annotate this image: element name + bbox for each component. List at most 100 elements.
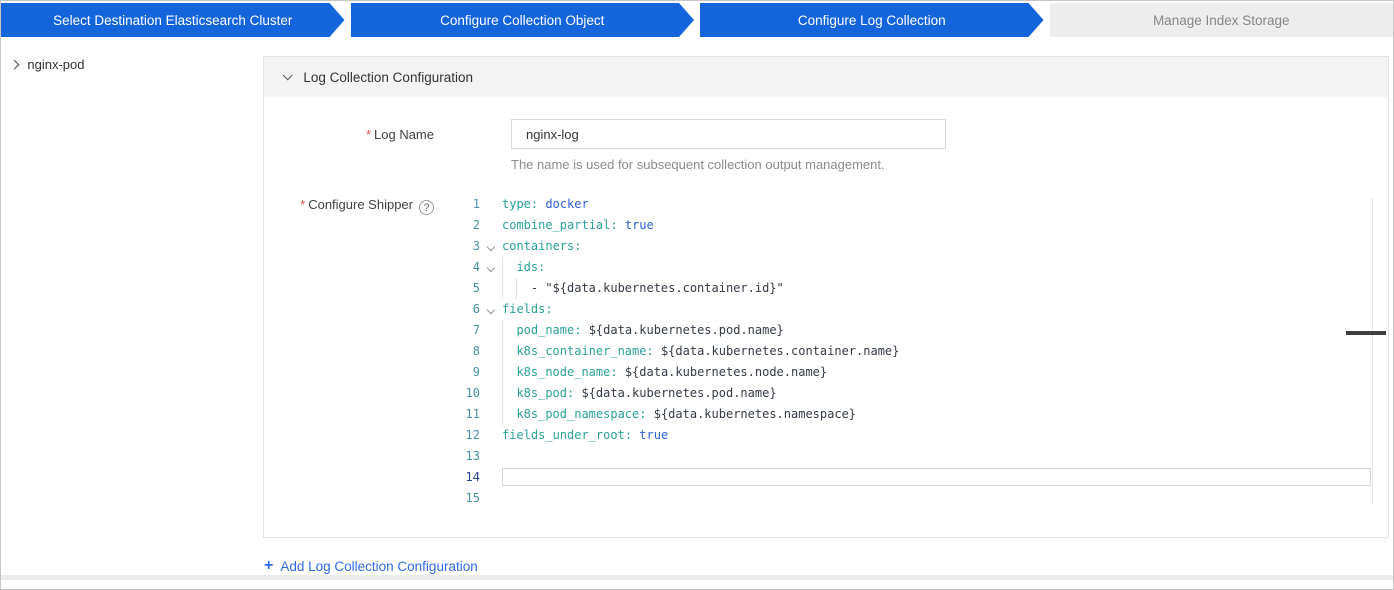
- indent-guide: [502, 383, 516, 404]
- panel-header[interactable]: Log Collection Configuration: [264, 57, 1388, 97]
- code-line-content: fields:: [502, 299, 1388, 320]
- pod-name-label: nginx-pod: [27, 57, 85, 72]
- indent-guide: [502, 404, 516, 425]
- line-number: 13: [465, 449, 480, 463]
- line-number: 1: [472, 197, 480, 211]
- editor-scrollbar-thumb[interactable]: [1346, 331, 1386, 335]
- step-label: Configure Log Collection: [797, 12, 946, 28]
- code-token: docker: [545, 197, 589, 211]
- code-token: :: [646, 344, 654, 358]
- code-line-content: containers:: [502, 236, 1388, 257]
- code-token: "${data.kubernetes.container.id}": [545, 281, 784, 295]
- editor-line: 6 fields:: [444, 299, 1388, 320]
- step-3-current[interactable]: Configure Log Collection: [700, 3, 1044, 37]
- editor-inline-input[interactable]: [502, 468, 1371, 486]
- step-4[interactable]: Manage Index Storage: [1049, 3, 1393, 37]
- code-line-content: - "${data.kubernetes.container.id}": [502, 278, 1388, 299]
- wizard-page: Select Destination Elasticsearch Cluster…: [0, 0, 1394, 590]
- editor-line: 1 type: docker: [444, 194, 1388, 215]
- code-line-content: ids:: [502, 257, 1388, 278]
- collection-object-sidebar: nginx-pod: [1, 37, 263, 72]
- line-number: 10: [465, 386, 480, 400]
- log-collection-panel: Log Collection Configuration *Log Name T…: [263, 56, 1389, 538]
- fold-gutter: [480, 383, 502, 404]
- log-name-row: *Log Name The name is used for subsequen…: [264, 119, 1388, 172]
- code-line-content: fields_under_root: true: [502, 425, 1388, 446]
- indent-guide: [502, 320, 516, 341]
- fold-gutter: [480, 194, 502, 215]
- code-token: k8s_node_name: [516, 365, 611, 379]
- fold-chevron-down-icon[interactable]: [486, 306, 496, 315]
- line-number: 14: [465, 470, 480, 484]
- code-token: :: [545, 302, 553, 316]
- fold-chevron-down-icon[interactable]: [486, 264, 496, 273]
- step-2[interactable]: Configure Collection Object: [351, 3, 695, 37]
- line-number: 15: [465, 491, 480, 505]
- help-icon[interactable]: ?: [419, 200, 434, 215]
- line-number: 11: [465, 407, 480, 421]
- line-number: 2: [472, 218, 480, 232]
- fold-gutter: [480, 341, 502, 362]
- code-token: type: [502, 197, 531, 211]
- code-token: :: [610, 218, 618, 232]
- code-token: :: [624, 428, 633, 442]
- code-token: -: [530, 281, 546, 295]
- code-token: ${data.kubernetes.container.name}: [660, 344, 900, 358]
- log-name-field: The name is used for subsequent collecti…: [511, 119, 946, 172]
- code-token: fields_under_root: [502, 428, 625, 442]
- required-asterisk: *: [365, 127, 372, 142]
- step-bar: Select Destination Elasticsearch Cluster…: [1, 3, 1393, 37]
- configure-shipper-row: * Configure Shipper? 1 type: docker 2 combin…: [264, 194, 1388, 509]
- code-line-content: k8s_pod: ${data.kubernetes.pod.name}: [502, 383, 1388, 404]
- code-token: ${data.kubernetes.namespace}: [653, 407, 857, 421]
- yaml-code-editor[interactable]: 1 type: docker 2 combine_partial: true 3 cont…: [444, 194, 1388, 509]
- indent-guide: [502, 257, 516, 278]
- fold-chevron-down-icon[interactable]: [486, 243, 496, 252]
- line-number: 8: [472, 344, 480, 358]
- editor-line: 7 pod_name: ${data.kubernetes.pod.name}: [444, 320, 1388, 341]
- indent-guide: [502, 278, 516, 299]
- code-token: :: [639, 407, 647, 421]
- configure-shipper-label: * Configure Shipper?: [264, 194, 434, 509]
- code-token: k8s_pod_namespace: [516, 407, 640, 421]
- code-token: :: [538, 260, 546, 274]
- fold-gutter: [480, 404, 502, 425]
- code-line-content: k8s_node_name: ${data.kubernetes.node.na…: [502, 362, 1388, 383]
- fold-gutter: [480, 215, 502, 236]
- add-log-collection-button[interactable]: + Add Log Collection Configuration: [264, 558, 478, 574]
- code-token: ${data.kubernetes.pod.name}: [588, 323, 784, 337]
- fold-gutter: [480, 299, 502, 320]
- line-number: 12: [465, 428, 480, 442]
- chevron-right-icon[interactable]: [9, 59, 20, 70]
- code-token: true: [624, 218, 654, 232]
- code-line-content: type: docker: [502, 194, 1388, 215]
- content-area: nginx-pod Log Collection Configuration *…: [1, 37, 1393, 538]
- step-1[interactable]: Select Destination Elasticsearch Cluster: [1, 3, 345, 37]
- code-line-content: combine_partial: true: [502, 215, 1388, 236]
- fold-gutter: [480, 362, 502, 383]
- fold-gutter: [480, 320, 502, 341]
- chevron-down-icon[interactable]: [282, 70, 293, 81]
- step-label: Select Destination Elasticsearch Cluster: [53, 12, 293, 28]
- panel-title: Log Collection Configuration: [303, 69, 473, 85]
- code-token: :: [610, 365, 618, 379]
- panel-footer: + Add Log Collection Configuration: [264, 557, 1393, 575]
- code-token: :: [574, 239, 582, 253]
- panel-body: *Log Name The name is used for subsequen…: [264, 97, 1388, 509]
- log-name-input[interactable]: [511, 119, 946, 149]
- indent-guide: [516, 278, 530, 299]
- fold-gutter: [480, 425, 502, 446]
- sidebar-item-nginx-pod[interactable]: nginx-pod: [9, 57, 263, 72]
- code-token: ${data.kubernetes.pod.name}: [581, 386, 777, 400]
- editor-line: 13: [444, 446, 1388, 467]
- editor-line: 15: [444, 488, 1388, 509]
- indent-guide: [502, 362, 516, 383]
- line-number: 6: [472, 302, 480, 316]
- required-asterisk: *: [300, 197, 306, 212]
- editor-line: 5 - "${data.kubernetes.container.id}": [444, 278, 1388, 299]
- code-line-content: k8s_pod_namespace: ${data.kubernetes.nam…: [502, 404, 1388, 425]
